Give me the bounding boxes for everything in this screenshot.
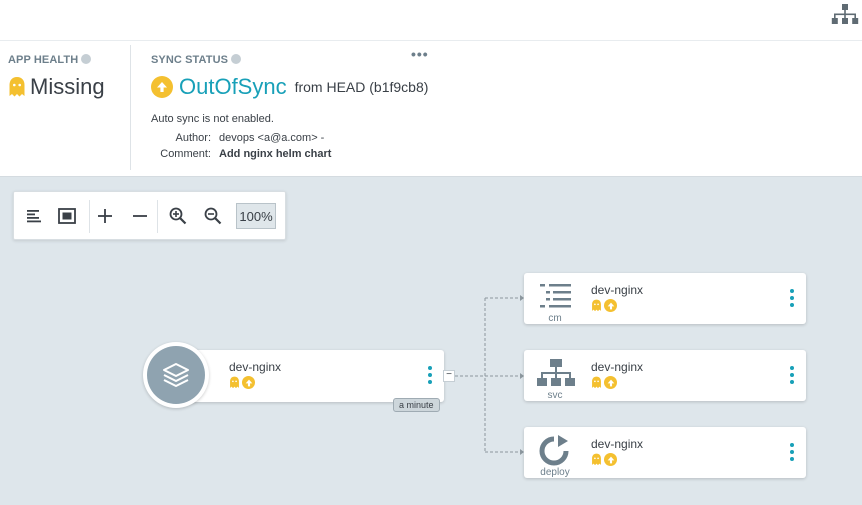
app-node-icon-circle[interactable]	[143, 342, 209, 408]
resource-kind-label: deploy	[540, 467, 570, 478]
resource-kind-label: svc	[547, 390, 563, 401]
network-icon	[537, 359, 575, 386]
resource-node-deploy[interactable]: deploy dev-nginx	[524, 427, 806, 478]
resource-name: dev-nginx	[591, 360, 644, 374]
ghost-icon	[230, 376, 239, 389]
list-icon	[540, 284, 571, 308]
node-menu-icon[interactable]	[787, 443, 797, 463]
app-node-name: dev-nginx	[229, 360, 282, 374]
arrow-up-circle-icon	[604, 299, 617, 312]
ghost-icon	[592, 299, 601, 312]
node-menu-icon[interactable]	[787, 289, 797, 309]
sync-circle-icon	[539, 435, 569, 466]
arrow-up-circle-icon	[604, 376, 617, 389]
resource-node-svc[interactable]: svc dev-nginx	[524, 350, 806, 401]
node-status-icons	[591, 453, 617, 466]
node-status-icons	[591, 299, 617, 312]
node-menu-icon[interactable]	[787, 366, 797, 386]
arrow-up-circle-icon	[604, 453, 617, 466]
node-status-icons	[229, 376, 255, 389]
resource-name: dev-nginx	[591, 283, 644, 297]
ghost-icon	[592, 453, 601, 466]
node-status-icons	[591, 376, 617, 389]
resource-name: dev-nginx	[591, 437, 644, 451]
arrow-up-circle-icon	[242, 376, 255, 389]
node-menu-icon[interactable]	[425, 366, 435, 386]
app-node[interactable]: dev-nginx	[175, 350, 444, 402]
ghost-icon	[592, 376, 601, 389]
resource-kind-label: cm	[548, 313, 562, 324]
age-badge: a minute	[393, 398, 440, 412]
collapse-button[interactable]: −	[443, 370, 455, 382]
resource-node-cm[interactable]: cm dev-nginx	[524, 273, 806, 324]
layers-icon	[147, 346, 205, 404]
